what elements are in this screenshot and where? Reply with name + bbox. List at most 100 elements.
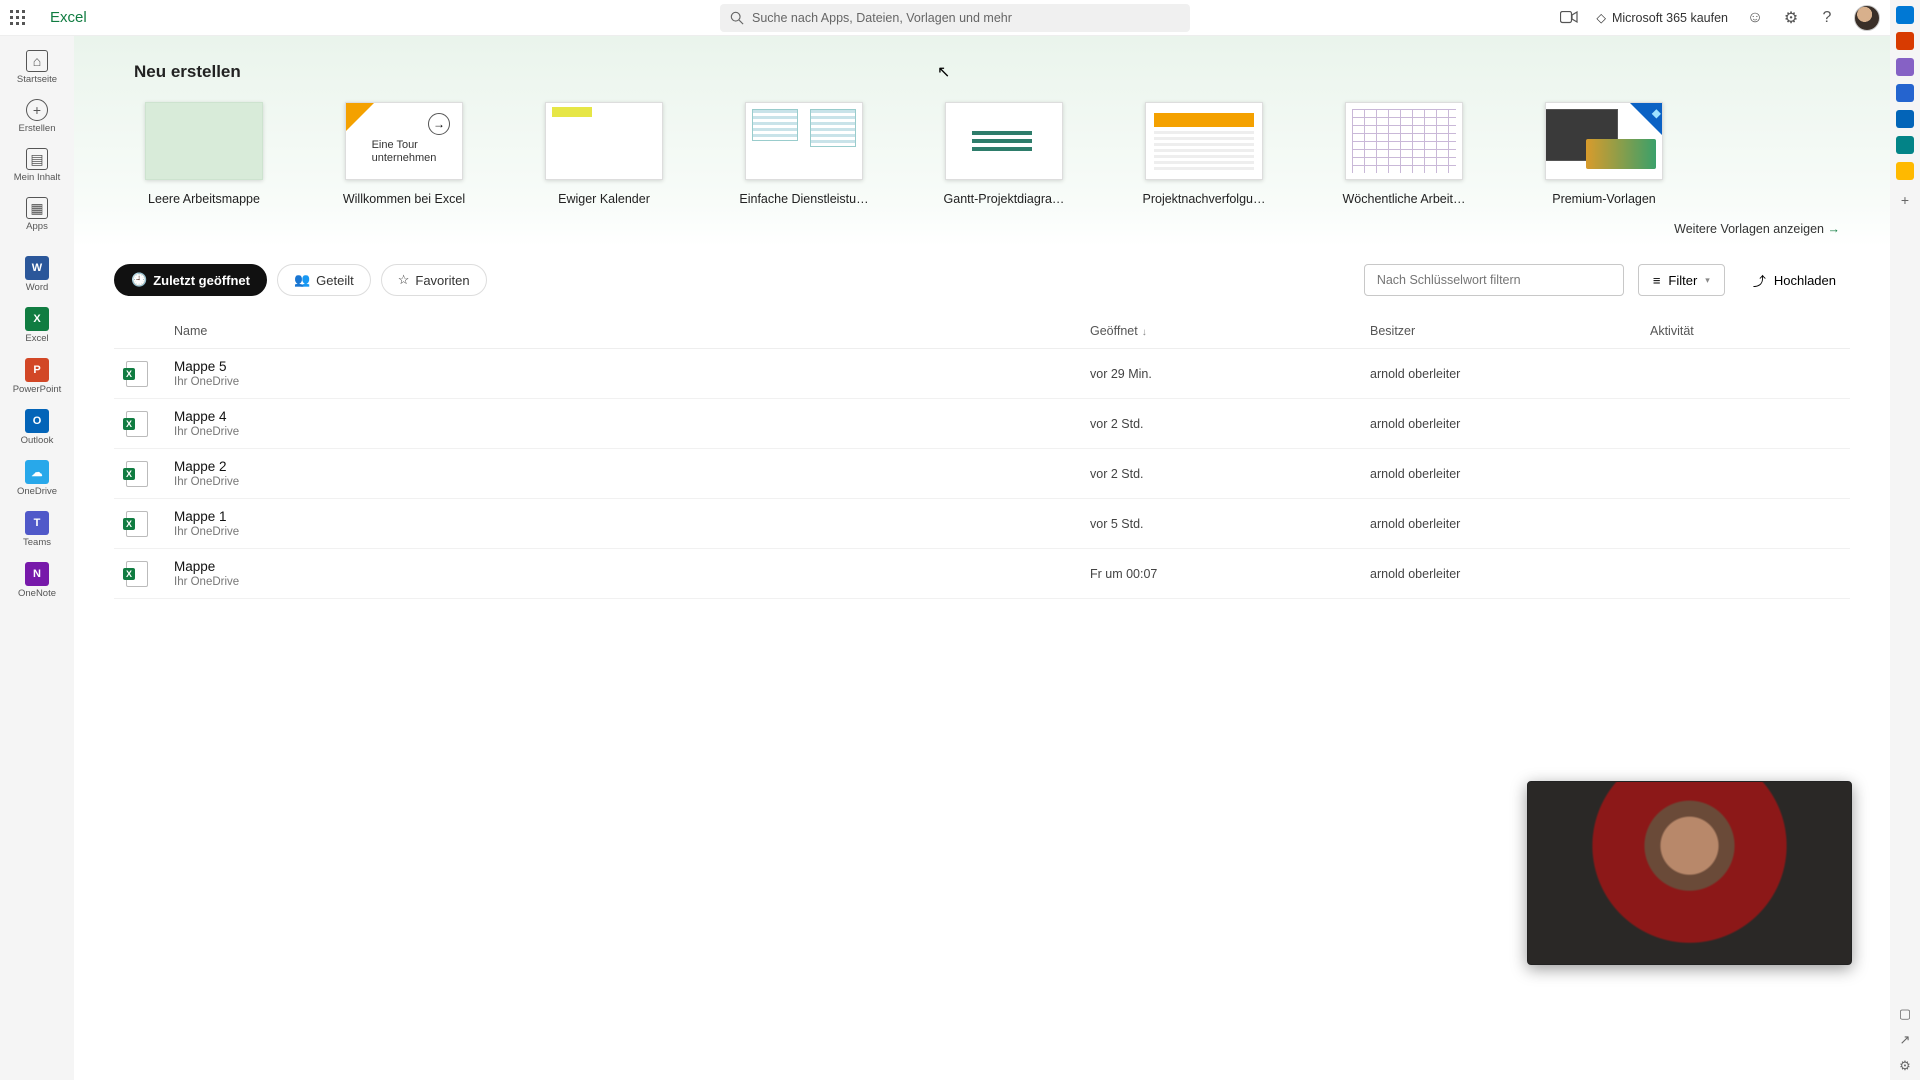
rail-settings-icon[interactable]: ⚙ — [1899, 1058, 1911, 1074]
template-tracker[interactable]: Projektnachverfolgu… — [1134, 102, 1274, 206]
table-row[interactable]: Mappe 1Ihr OneDrive vor 5 Std. arnold ob… — [114, 499, 1850, 549]
template-weekly[interactable]: Wöchentliche Arbeit… — [1334, 102, 1474, 206]
nav-word[interactable]: WWord — [7, 250, 67, 297]
template-calendar[interactable]: Ewiger Kalender — [534, 102, 674, 206]
template-welcome[interactable]: → Eine Tourunternehmen Willkommen bei Ex… — [334, 102, 474, 206]
template-thumb — [145, 102, 263, 180]
app-launcher-icon[interactable] — [0, 0, 36, 36]
tour-line1: Eine Tour — [372, 139, 418, 151]
file-location: Ihr OneDrive — [174, 376, 1090, 388]
search-icon — [730, 11, 744, 25]
nav-onedrive[interactable]: ☁OneDrive — [7, 454, 67, 501]
template-blank[interactable]: Leere Arbeitsmappe — [134, 102, 274, 206]
col-owner[interactable]: Besitzer — [1370, 324, 1650, 338]
diamond-icon: ◇ — [1596, 10, 1606, 25]
file-location: Ihr OneDrive — [174, 576, 1090, 588]
template-premium[interactable]: Premium-Vorlagen — [1534, 102, 1674, 206]
template-label: Einfache Dienstleistu… — [734, 192, 874, 206]
rail-add-icon[interactable]: + — [1901, 192, 1909, 208]
right-rail: + ▢ ↗ ⚙ — [1890, 0, 1920, 1080]
buy-m365-button[interactable]: ◇ Microsoft 365 kaufen — [1596, 10, 1728, 25]
meet-now-icon[interactable] — [1560, 9, 1578, 27]
file-name: Mappe 5 — [174, 359, 1090, 374]
col-opened[interactable]: Geöffnet↓ — [1090, 324, 1370, 338]
clock-icon: 🕘 — [131, 272, 147, 288]
files-section: 🕘Zuletzt geöffnet 👥Geteilt ☆Favoriten ≡F… — [74, 246, 1890, 599]
rail-panel-icon[interactable]: ▢ — [1899, 1006, 1911, 1022]
file-opened: vor 5 Std. — [1090, 517, 1370, 531]
excel-file-icon — [126, 411, 148, 437]
template-invoice[interactable]: Einfache Dienstleistu… — [734, 102, 874, 206]
template-gantt[interactable]: Gantt-Projektdiagra… — [934, 102, 1074, 206]
nav-powerpoint[interactable]: PPowerPoint — [7, 352, 67, 399]
hero-section: Neu erstellen Leere Arbeitsmappe → Eine … — [74, 36, 1890, 246]
upload-icon: ⤴ — [1753, 271, 1766, 290]
template-thumb — [745, 102, 863, 180]
feedback-icon[interactable]: ☺ — [1746, 9, 1764, 27]
upload-button[interactable]: ⤴ Hochladen — [1739, 264, 1850, 296]
nav-onenote[interactable]: NOneNote — [7, 556, 67, 603]
keyword-filter-input[interactable] — [1364, 264, 1624, 296]
star-icon: ☆ — [398, 272, 410, 288]
template-row: Leere Arbeitsmappe → Eine Tourunternehme… — [134, 102, 1850, 206]
tab-recent[interactable]: 🕘Zuletzt geöffnet — [114, 264, 267, 296]
table-row[interactable]: Mappe 5Ihr OneDrive vor 29 Min. arnold o… — [114, 349, 1850, 399]
col-name[interactable]: Name — [174, 324, 1090, 338]
nav-apps-label: Apps — [26, 221, 48, 232]
template-label: Wöchentliche Arbeit… — [1334, 192, 1474, 206]
nav-create[interactable]: +Erstellen — [7, 93, 67, 138]
nav-teams-label: Teams — [23, 537, 51, 548]
table-row[interactable]: MappeIhr OneDrive Fr um 00:07 arnold obe… — [114, 549, 1850, 599]
tab-favorites[interactable]: ☆Favoriten — [381, 264, 487, 296]
rail-app-icon[interactable] — [1896, 32, 1914, 50]
col-activity[interactable]: Aktivität — [1650, 324, 1850, 338]
rail-search-icon[interactable] — [1896, 6, 1914, 24]
help-icon[interactable]: ? — [1818, 9, 1836, 27]
powerpoint-icon: P — [25, 358, 49, 382]
file-owner: arnold oberleiter — [1370, 467, 1650, 481]
excel-file-icon — [126, 461, 148, 487]
excel-file-icon — [126, 361, 148, 387]
search-box[interactable]: Suche nach Apps, Dateien, Vorlagen und m… — [720, 4, 1190, 32]
chevron-down-icon: ▾ — [1705, 275, 1710, 286]
file-owner: arnold oberleiter — [1370, 517, 1650, 531]
excel-icon: X — [25, 307, 49, 331]
account-avatar[interactable] — [1854, 5, 1880, 31]
file-opened: vor 2 Std. — [1090, 467, 1370, 481]
apps-icon: ▦ — [26, 197, 48, 219]
rail-app-icon[interactable] — [1896, 162, 1914, 180]
nav-mycontent-label: Mein Inhalt — [14, 172, 60, 183]
more-templates-link[interactable]: Weitere Vorlagen anzeigen — [134, 222, 1850, 236]
people-icon: 👥 — [294, 272, 310, 288]
filter-button[interactable]: ≡Filter▾ — [1638, 264, 1725, 296]
table-row[interactable]: Mappe 4Ihr OneDrive vor 2 Std. arnold ob… — [114, 399, 1850, 449]
rail-app-icon[interactable] — [1896, 58, 1914, 76]
tab-shared[interactable]: 👥Geteilt — [277, 264, 371, 296]
left-nav: ⌂Startseite +Erstellen ▤Mein Inhalt ▦ App… — [0, 36, 74, 1080]
table-row[interactable]: Mappe 2Ihr OneDrive vor 2 Std. arnold ob… — [114, 449, 1850, 499]
nav-home-label: Startseite — [17, 74, 57, 85]
rail-open-icon[interactable]: ↗ — [1900, 1032, 1911, 1048]
template-thumb — [545, 102, 663, 180]
rail-app-icon[interactable] — [1896, 136, 1914, 154]
nav-teams[interactable]: TTeams — [7, 505, 67, 552]
nav-create-label: Erstellen — [19, 123, 56, 134]
header-right: ◇ Microsoft 365 kaufen ☺ ⚙ ? — [1560, 0, 1880, 36]
nav-excel[interactable]: XExcel — [7, 301, 67, 348]
table-header: Name Geöffnet↓ Besitzer Aktivität — [114, 314, 1850, 349]
rail-app-icon[interactable] — [1896, 84, 1914, 102]
rail-app-icon[interactable] — [1896, 110, 1914, 128]
nav-apps[interactable]: ▦ Apps — [7, 191, 67, 236]
nav-my-content[interactable]: ▤Mein Inhalt — [7, 142, 67, 187]
file-tabs: 🕘Zuletzt geöffnet 👥Geteilt ☆Favoriten ≡F… — [114, 264, 1850, 296]
excel-file-icon — [126, 561, 148, 587]
word-icon: W — [25, 256, 49, 280]
file-location: Ihr OneDrive — [174, 476, 1090, 488]
settings-icon[interactable]: ⚙ — [1782, 9, 1800, 27]
nav-onenote-label: OneNote — [18, 588, 56, 599]
upload-btn-label: Hochladen — [1774, 273, 1836, 288]
nav-home[interactable]: ⌂Startseite — [7, 44, 67, 89]
buy-label: Microsoft 365 kaufen — [1612, 11, 1728, 25]
file-location: Ihr OneDrive — [174, 526, 1090, 538]
nav-outlook[interactable]: OOutlook — [7, 403, 67, 450]
